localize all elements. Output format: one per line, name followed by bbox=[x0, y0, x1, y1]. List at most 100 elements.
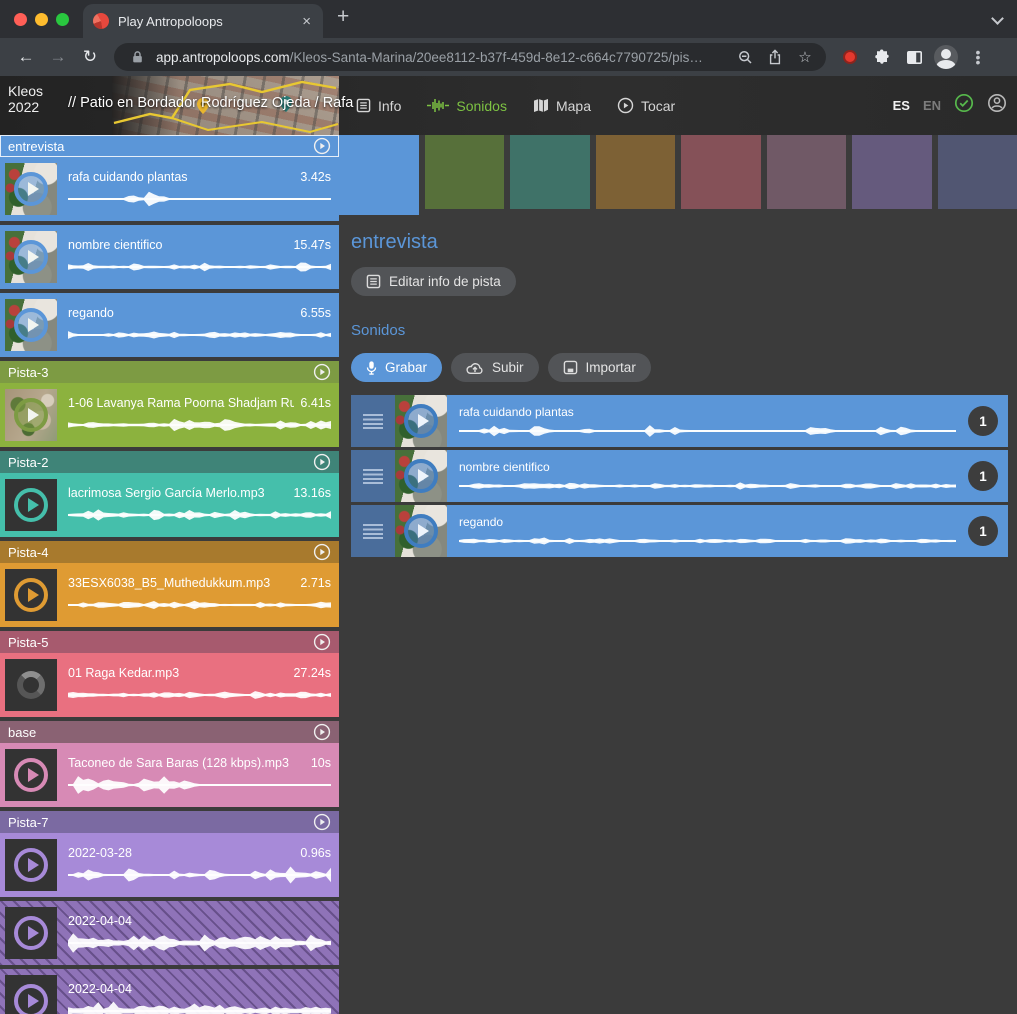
new-tab-button[interactable]: + bbox=[323, 5, 349, 33]
track-group-header[interactable]: Pista-2 bbox=[0, 451, 339, 473]
track-play-icon[interactable] bbox=[313, 453, 331, 471]
browser-tab[interactable]: Play Antropoloops × bbox=[83, 4, 323, 38]
share-icon[interactable] bbox=[764, 49, 786, 65]
sound-duration: 13.16s bbox=[293, 486, 331, 500]
track-play-icon[interactable] bbox=[313, 543, 331, 561]
waveform bbox=[68, 188, 331, 210]
play-icon[interactable] bbox=[14, 984, 48, 1014]
track-color-swatch[interactable] bbox=[596, 135, 676, 209]
track-play-icon[interactable] bbox=[313, 723, 331, 741]
track-group-header[interactable]: Pista-7 bbox=[0, 811, 339, 833]
close-window-button[interactable] bbox=[14, 13, 27, 26]
sidebar-sound-item[interactable]: 33ESX6038_B5_Muthedukkum.mp3 2.71s bbox=[0, 563, 339, 627]
sound-thumbnail[interactable] bbox=[5, 749, 57, 801]
sidebar-sound-item[interactable]: 1-06 Lavanya Rama Poorna Shadjam Rupak..… bbox=[0, 383, 339, 447]
nav-tab-mapa[interactable]: Mapa bbox=[533, 98, 591, 114]
lang-en-button[interactable]: EN bbox=[923, 98, 941, 113]
forward-button[interactable]: → bbox=[44, 47, 72, 67]
edit-track-info-button[interactable]: Editar info de pista bbox=[351, 267, 516, 296]
maximize-window-button[interactable] bbox=[56, 13, 69, 26]
extensions-puzzle-icon[interactable] bbox=[868, 49, 896, 65]
import-button[interactable]: Importar bbox=[548, 353, 651, 382]
bookmark-star-icon[interactable]: ☆ bbox=[794, 48, 816, 66]
play-icon[interactable] bbox=[14, 758, 48, 792]
play-icon[interactable] bbox=[14, 308, 48, 342]
profile-avatar[interactable] bbox=[932, 45, 960, 69]
play-icon[interactable] bbox=[14, 172, 48, 206]
sidebar-sound-item[interactable]: 2022-04-04 bbox=[0, 969, 339, 1014]
play-icon[interactable] bbox=[14, 578, 48, 612]
back-button[interactable]: ← bbox=[12, 47, 40, 67]
sidebar-sound-item[interactable]: 01 Raga Kedar.mp3 27.24s bbox=[0, 653, 339, 717]
browser-menu-icon[interactable]: ••• bbox=[964, 50, 992, 65]
side-panel-icon[interactable] bbox=[900, 50, 928, 65]
drag-handle[interactable] bbox=[351, 450, 395, 502]
sound-row[interactable]: regando 1 bbox=[351, 505, 1008, 557]
sound-thumbnail[interactable] bbox=[5, 299, 57, 351]
sound-thumbnail[interactable] bbox=[5, 389, 57, 441]
sound-thumbnail[interactable] bbox=[5, 659, 57, 711]
record-extension-icon[interactable] bbox=[836, 50, 864, 64]
play-icon[interactable] bbox=[14, 398, 48, 432]
sound-thumbnail[interactable] bbox=[5, 839, 57, 891]
play-icon[interactable] bbox=[14, 916, 48, 950]
track-color-swatch[interactable] bbox=[339, 135, 419, 215]
minimize-window-button[interactable] bbox=[35, 13, 48, 26]
nav-tab-tocar[interactable]: Tocar bbox=[617, 97, 675, 114]
track-color-swatch[interactable] bbox=[510, 135, 590, 209]
sound-row[interactable]: rafa cuidando plantas 1 bbox=[351, 395, 1008, 447]
sound-thumbnail[interactable] bbox=[5, 975, 57, 1014]
track-play-icon[interactable] bbox=[313, 633, 331, 651]
sidebar-sound-item[interactable]: lacrimosa Sergio García Merlo.mp3 13.16s bbox=[0, 473, 339, 537]
nav-tab-info[interactable]: Info bbox=[356, 98, 401, 114]
lang-es-button[interactable]: ES bbox=[893, 98, 910, 113]
track-play-icon[interactable] bbox=[313, 363, 331, 381]
window-controls[interactable] bbox=[0, 0, 83, 38]
track-group-name: Pista-2 bbox=[8, 455, 313, 470]
track-group-header[interactable]: Pista-5 bbox=[0, 631, 339, 653]
track-group-header[interactable]: Pista-3 bbox=[0, 361, 339, 383]
sidebar-sound-item[interactable]: rafa cuidando plantas 3.42s bbox=[0, 157, 339, 221]
nav-tab-sonidos[interactable]: Sonidos bbox=[427, 98, 507, 114]
sidebar-sound-item[interactable]: 2022-04-04 bbox=[0, 901, 339, 965]
sidebar-sound-item[interactable]: 2022-03-28 0.96s bbox=[0, 833, 339, 897]
sound-thumbnail[interactable] bbox=[5, 479, 57, 531]
track-play-icon[interactable] bbox=[313, 137, 331, 155]
sound-title: 2022-04-04 bbox=[68, 914, 132, 928]
play-icon[interactable] bbox=[14, 488, 48, 522]
drag-handle[interactable] bbox=[351, 395, 395, 447]
tab-search-chevron-icon[interactable] bbox=[993, 14, 1003, 24]
drag-handle[interactable] bbox=[351, 505, 395, 557]
track-play-icon[interactable] bbox=[313, 813, 331, 831]
upload-button[interactable]: Subir bbox=[451, 353, 539, 382]
sound-thumbnail[interactable] bbox=[395, 505, 447, 557]
track-group-header[interactable]: Pista-4 bbox=[0, 541, 339, 563]
sidebar-sound-item[interactable]: nombre cientifico 15.47s bbox=[0, 225, 339, 289]
sound-thumbnail[interactable] bbox=[5, 907, 57, 959]
sound-title: regando bbox=[459, 515, 956, 529]
record-button[interactable]: Grabar bbox=[351, 353, 442, 382]
play-icon[interactable] bbox=[14, 848, 48, 882]
sound-thumbnail[interactable] bbox=[5, 569, 57, 621]
track-color-swatch[interactable] bbox=[681, 135, 761, 209]
track-group-header[interactable]: base bbox=[0, 721, 339, 743]
sound-thumbnail[interactable] bbox=[395, 395, 447, 447]
track-color-swatch[interactable] bbox=[938, 135, 1017, 209]
track-group-header[interactable]: entrevista bbox=[0, 135, 339, 157]
sidebar-sound-item[interactable]: Taconeo de Sara Baras (128 kbps).mp3 10s bbox=[0, 743, 339, 807]
url-bar[interactable]: app.antropoloops.com/Kleos-Santa-Marina/… bbox=[114, 43, 826, 71]
account-icon[interactable] bbox=[987, 93, 1007, 118]
play-icon[interactable] bbox=[14, 240, 48, 274]
sound-thumbnail[interactable] bbox=[5, 163, 57, 215]
sound-thumbnail[interactable] bbox=[5, 231, 57, 283]
track-color-swatch[interactable] bbox=[852, 135, 932, 209]
reload-button[interactable]: ↻ bbox=[76, 47, 104, 67]
track-color-swatch[interactable] bbox=[425, 135, 505, 209]
sidebar-sound-item[interactable]: regando 6.55s bbox=[0, 293, 339, 357]
waveform bbox=[68, 594, 331, 616]
track-color-swatch[interactable] bbox=[767, 135, 847, 209]
sound-thumbnail[interactable] bbox=[395, 450, 447, 502]
zoom-icon[interactable] bbox=[734, 50, 756, 65]
tab-close-icon[interactable]: × bbox=[300, 13, 313, 30]
sound-row[interactable]: nombre cientifico 1 bbox=[351, 450, 1008, 502]
